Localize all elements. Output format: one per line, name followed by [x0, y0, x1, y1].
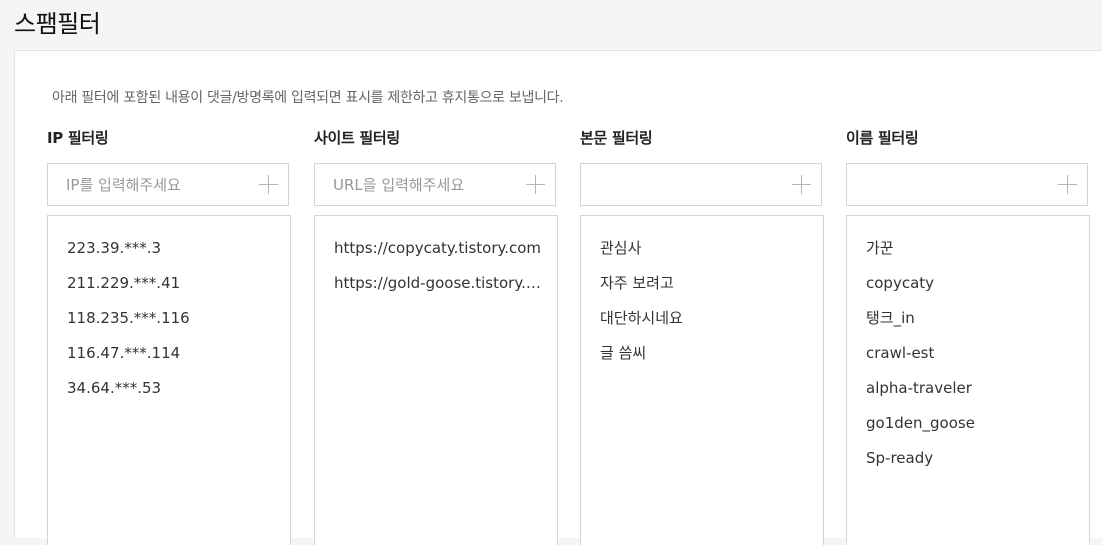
site-filter-title: 사이트 필터링	[314, 129, 400, 147]
list-item[interactable]: https://copycaty.tistory.com	[315, 233, 557, 268]
site-filter-input-box	[314, 163, 556, 206]
ip-filter-input-box	[47, 163, 289, 206]
name-filter-input-box	[846, 163, 1088, 206]
ip-filter-list[interactable]: 223.39.***.3 211.229.***.41 118.235.***.…	[47, 215, 291, 545]
ip-filter-column: IP 필터링 223.39.***.3 211.229.***.41 118.2…	[47, 127, 291, 545]
spam-filter-panel: 아래 필터에 포함된 내용이 댓글/방명록에 입력되면 표시를 제한하고 휴지통…	[14, 50, 1102, 545]
list-item[interactable]: copycaty	[847, 268, 1089, 303]
list-item[interactable]: Sp-ready	[847, 443, 1089, 478]
list-item[interactable]: 관심사	[581, 233, 823, 268]
list-item[interactable]: crawl-est	[847, 338, 1089, 373]
list-item[interactable]: alpha-traveler	[847, 373, 1089, 408]
site-filter-list[interactable]: https://copycaty.tistory.com https://gol…	[314, 215, 558, 545]
body-add-plus-icon[interactable]	[792, 175, 811, 194]
list-item[interactable]: 116.47.***.114	[48, 338, 290, 373]
ip-add-plus-icon[interactable]	[259, 175, 278, 194]
name-filter-column: 이름 필터링 가꾼 copycaty 탱크_in crawl-est alpha…	[846, 127, 1090, 545]
list-item[interactable]: 223.39.***.3	[48, 233, 290, 268]
list-item[interactable]: 글 씀씨	[581, 338, 823, 373]
site-add-plus-icon[interactable]	[526, 175, 545, 194]
name-filter-list[interactable]: 가꾼 copycaty 탱크_in crawl-est alpha-travel…	[846, 215, 1090, 545]
filter-description: 아래 필터에 포함된 내용이 댓글/방명록에 입력되면 표시를 제한하고 휴지통…	[52, 90, 564, 106]
body-filter-input[interactable]	[581, 164, 781, 205]
list-item[interactable]: 대단하시네요	[581, 303, 823, 338]
list-item[interactable]: 자주 보려고	[581, 268, 823, 303]
name-filter-title: 이름 필터링	[846, 129, 919, 147]
site-filter-input[interactable]	[315, 164, 515, 205]
name-add-plus-icon[interactable]	[1058, 175, 1077, 194]
list-item[interactable]: 118.235.***.116	[48, 303, 290, 338]
site-filter-column: 사이트 필터링 https://copycaty.tistory.com htt…	[314, 127, 558, 545]
ip-filter-title: IP 필터링	[47, 129, 109, 147]
list-item[interactable]: 211.229.***.41	[48, 268, 290, 303]
name-filter-input[interactable]	[847, 164, 1047, 205]
list-item[interactable]: 가꾼	[847, 233, 1089, 268]
ip-filter-input[interactable]	[48, 164, 248, 205]
body-filter-title: 본문 필터링	[580, 129, 653, 147]
list-item[interactable]: go1den_goose	[847, 408, 1089, 443]
body-filter-list[interactable]: 관심사 자주 보려고 대단하시네요 글 씀씨	[580, 215, 824, 545]
body-filter-input-box	[580, 163, 822, 206]
list-item[interactable]: 34.64.***.53	[48, 373, 290, 408]
list-item[interactable]: https://gold-goose.tistory.com	[315, 268, 557, 303]
list-item[interactable]: 탱크_in	[847, 303, 1089, 338]
body-filter-column: 본문 필터링 관심사 자주 보려고 대단하시네요 글 씀씨	[580, 127, 824, 545]
page-title: 스팸필터	[14, 10, 101, 38]
